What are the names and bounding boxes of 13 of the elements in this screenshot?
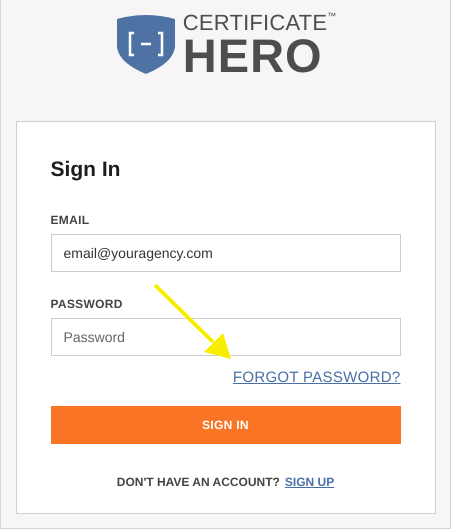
forgot-password-link[interactable]: FORGOT PASSWORD? bbox=[232, 369, 400, 387]
form-title: Sign In bbox=[50, 157, 122, 183]
trademark-sign: ™ bbox=[327, 11, 336, 21]
field-label: EMAIL bbox=[50, 213, 90, 227]
sign-up-link[interactable]: SIGN UP bbox=[284, 475, 334, 489]
shield-logo-icon bbox=[114, 13, 177, 75]
password-field[interactable]: Password bbox=[50, 318, 400, 356]
email-field[interactable]: email@youragency.com bbox=[50, 234, 400, 272]
sign-in-button[interactable]: SIGN IN bbox=[50, 406, 400, 444]
field-label: PASSWORD bbox=[50, 297, 123, 311]
logo-word: CERTIFICATE bbox=[182, 11, 328, 35]
signup-prompt: DON'T HAVE AN ACCOUNT? bbox=[116, 475, 280, 489]
logo-word: HERO bbox=[182, 35, 323, 77]
